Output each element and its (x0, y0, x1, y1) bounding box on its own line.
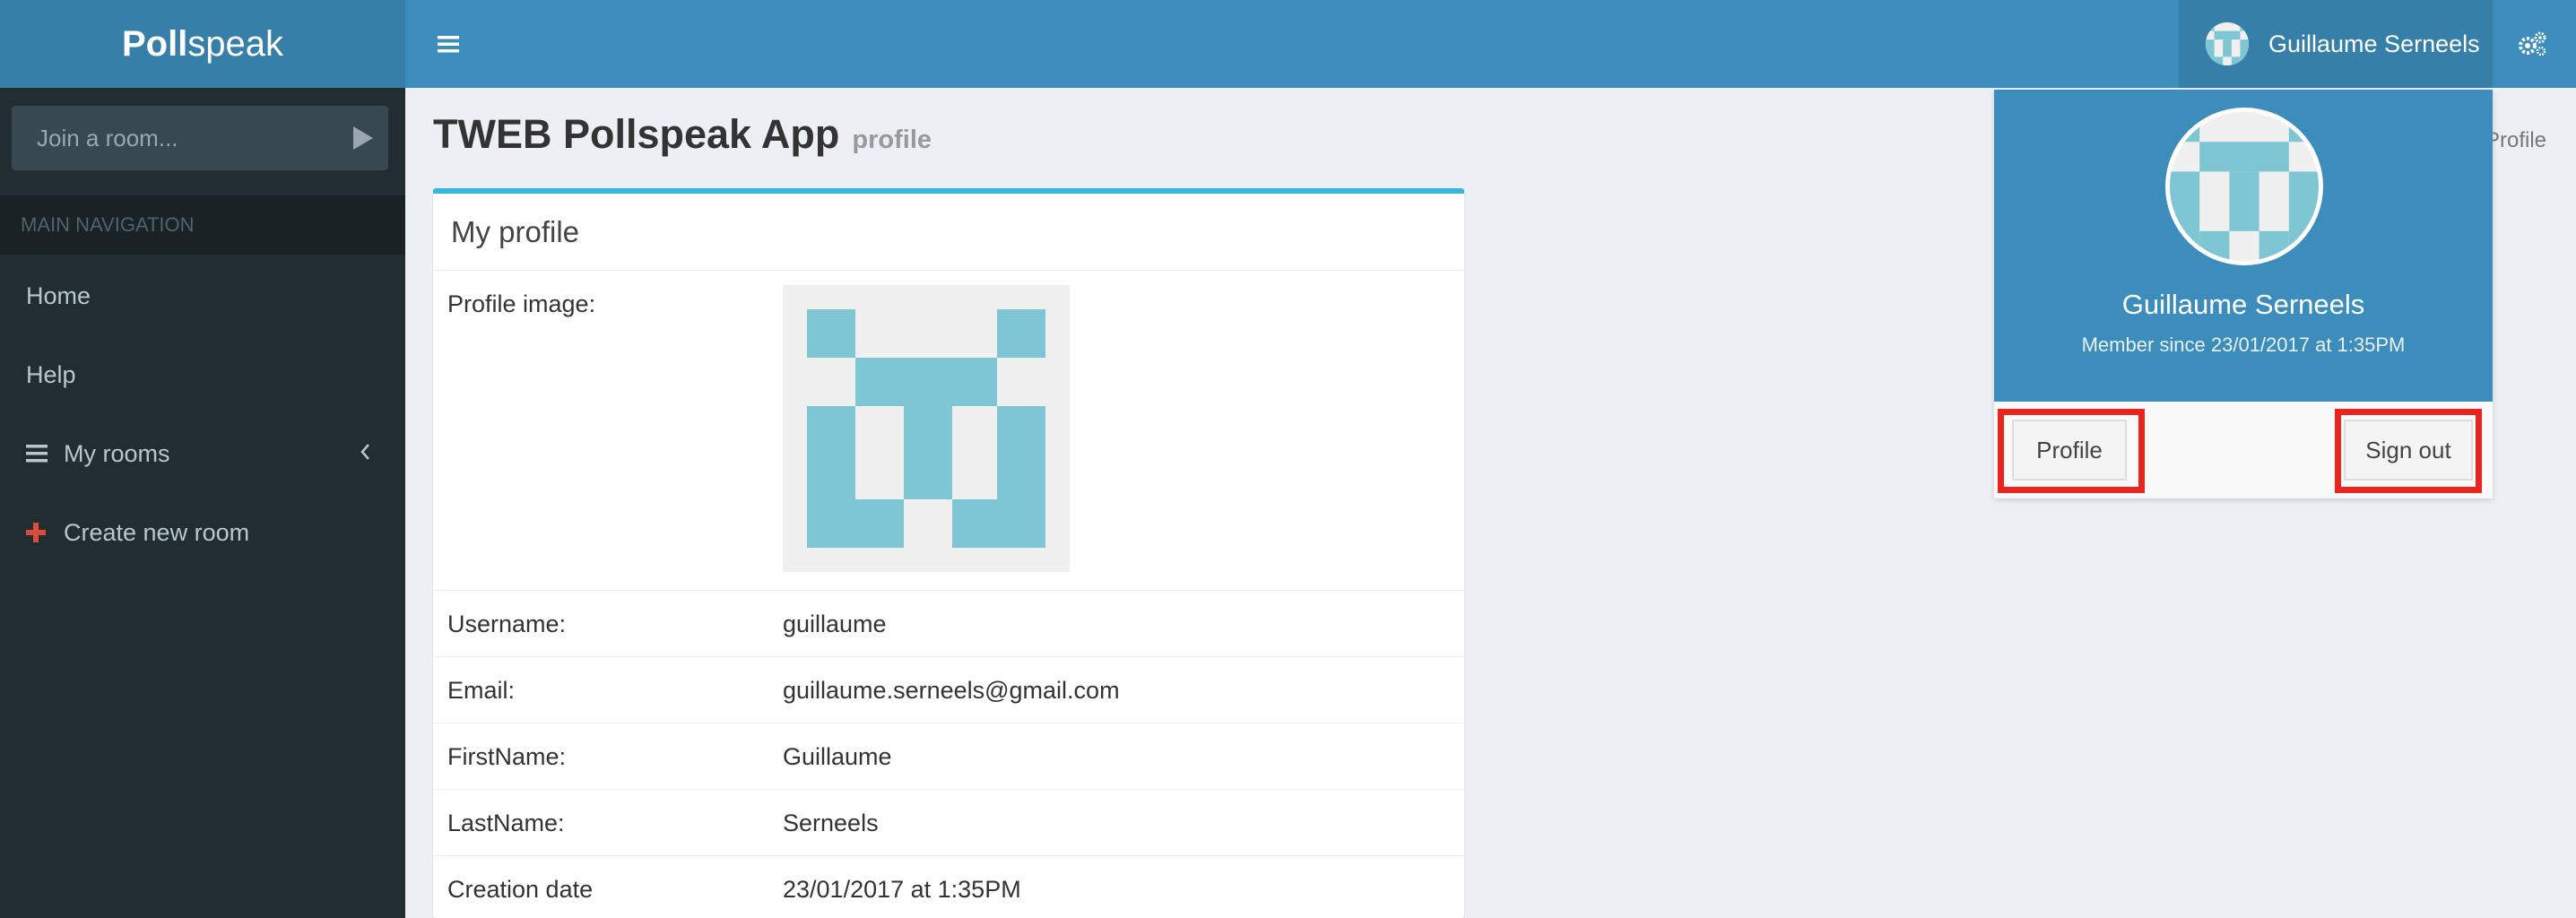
row-label: Creation date (447, 876, 594, 903)
profile-identicon (783, 285, 1070, 572)
box-title: My profile (433, 194, 1464, 271)
page-title-text: TWEB Pollspeak App (433, 111, 840, 157)
sidebar: Pollspeak MAIN NAVIGATION Home Help My r… (0, 0, 405, 918)
sidebar-item-label: Help (26, 360, 76, 388)
table-row: Username: guillaume (433, 590, 1464, 656)
table-row: Creation date 23/01/2017 at 1:35PM (433, 855, 1464, 918)
table-row: LastName: Serneels (433, 789, 1464, 855)
avatar (2206, 22, 2249, 65)
sidebar-item-home[interactable]: Home (0, 256, 405, 335)
app-logo[interactable]: Poll speak (0, 0, 405, 88)
row-label: Email: (447, 677, 516, 704)
highlight-box-sign-out (2335, 409, 2482, 493)
email-value: guillaume.serneels@gmail.com (783, 677, 1120, 704)
table-row: Email: guillaume.serneels@gmail.com (433, 656, 1464, 723)
sidebar-item-my-rooms[interactable]: My rooms (0, 414, 405, 493)
profile-image-row: Profile image: (433, 271, 1464, 590)
sidebar-item-label: Create new room (64, 518, 250, 546)
join-room-form (12, 106, 388, 170)
row-label: LastName: (447, 810, 565, 836)
lastname-value: Serneels (783, 810, 879, 836)
profile-image-label: Profile image: (447, 290, 596, 317)
creation-date-value: 23/01/2017 at 1:35PM (783, 876, 1021, 903)
logo-light: speak (187, 23, 284, 64)
hamburger-icon[interactable] (432, 27, 464, 61)
user-dropdown-header: Guillaume Serneels Member since 23/01/20… (1994, 90, 2493, 402)
gears-icon[interactable] (2511, 23, 2553, 65)
list-icon (26, 445, 64, 463)
sidebar-item-label: My rooms (64, 439, 170, 467)
username-value: guillaume (783, 611, 887, 637)
join-room-input[interactable] (12, 106, 337, 170)
plus-icon (26, 523, 64, 542)
avatar-large (2165, 108, 2323, 265)
dropdown-user-name: Guillaume Serneels (2121, 289, 2365, 320)
play-icon[interactable] (337, 106, 388, 170)
sidebar-item-label: Home (26, 281, 91, 309)
sidebar-item-create-room[interactable]: Create new room (0, 493, 405, 572)
top-navbar: Guillaume Serneels (405, 0, 2576, 88)
breadcrumb: Profile (2485, 128, 2547, 152)
page-subtitle: profile (852, 126, 932, 154)
chevron-left-icon (359, 441, 371, 469)
nav-header: MAIN NAVIGATION (0, 195, 405, 255)
table-row: FirstName: Guillaume (433, 723, 1464, 789)
row-label: FirstName: (447, 743, 567, 770)
member-since: Member since 23/01/2017 at 1:35PM (2081, 333, 2406, 356)
sidebar-item-help[interactable]: Help (0, 335, 405, 414)
user-menu-toggle[interactable]: Guillaume Serneels (2179, 0, 2493, 88)
highlight-box-profile (1998, 409, 2145, 493)
firstname-value: Guillaume (783, 743, 892, 770)
page-title: TWEB Pollspeak App profile (433, 111, 932, 158)
logo-bold: Poll (121, 23, 188, 64)
profile-box: My profile Profile image: Username: guil… (433, 188, 1464, 918)
user-name: Guillaume Serneels (2268, 30, 2480, 57)
row-label: Username: (447, 611, 567, 637)
